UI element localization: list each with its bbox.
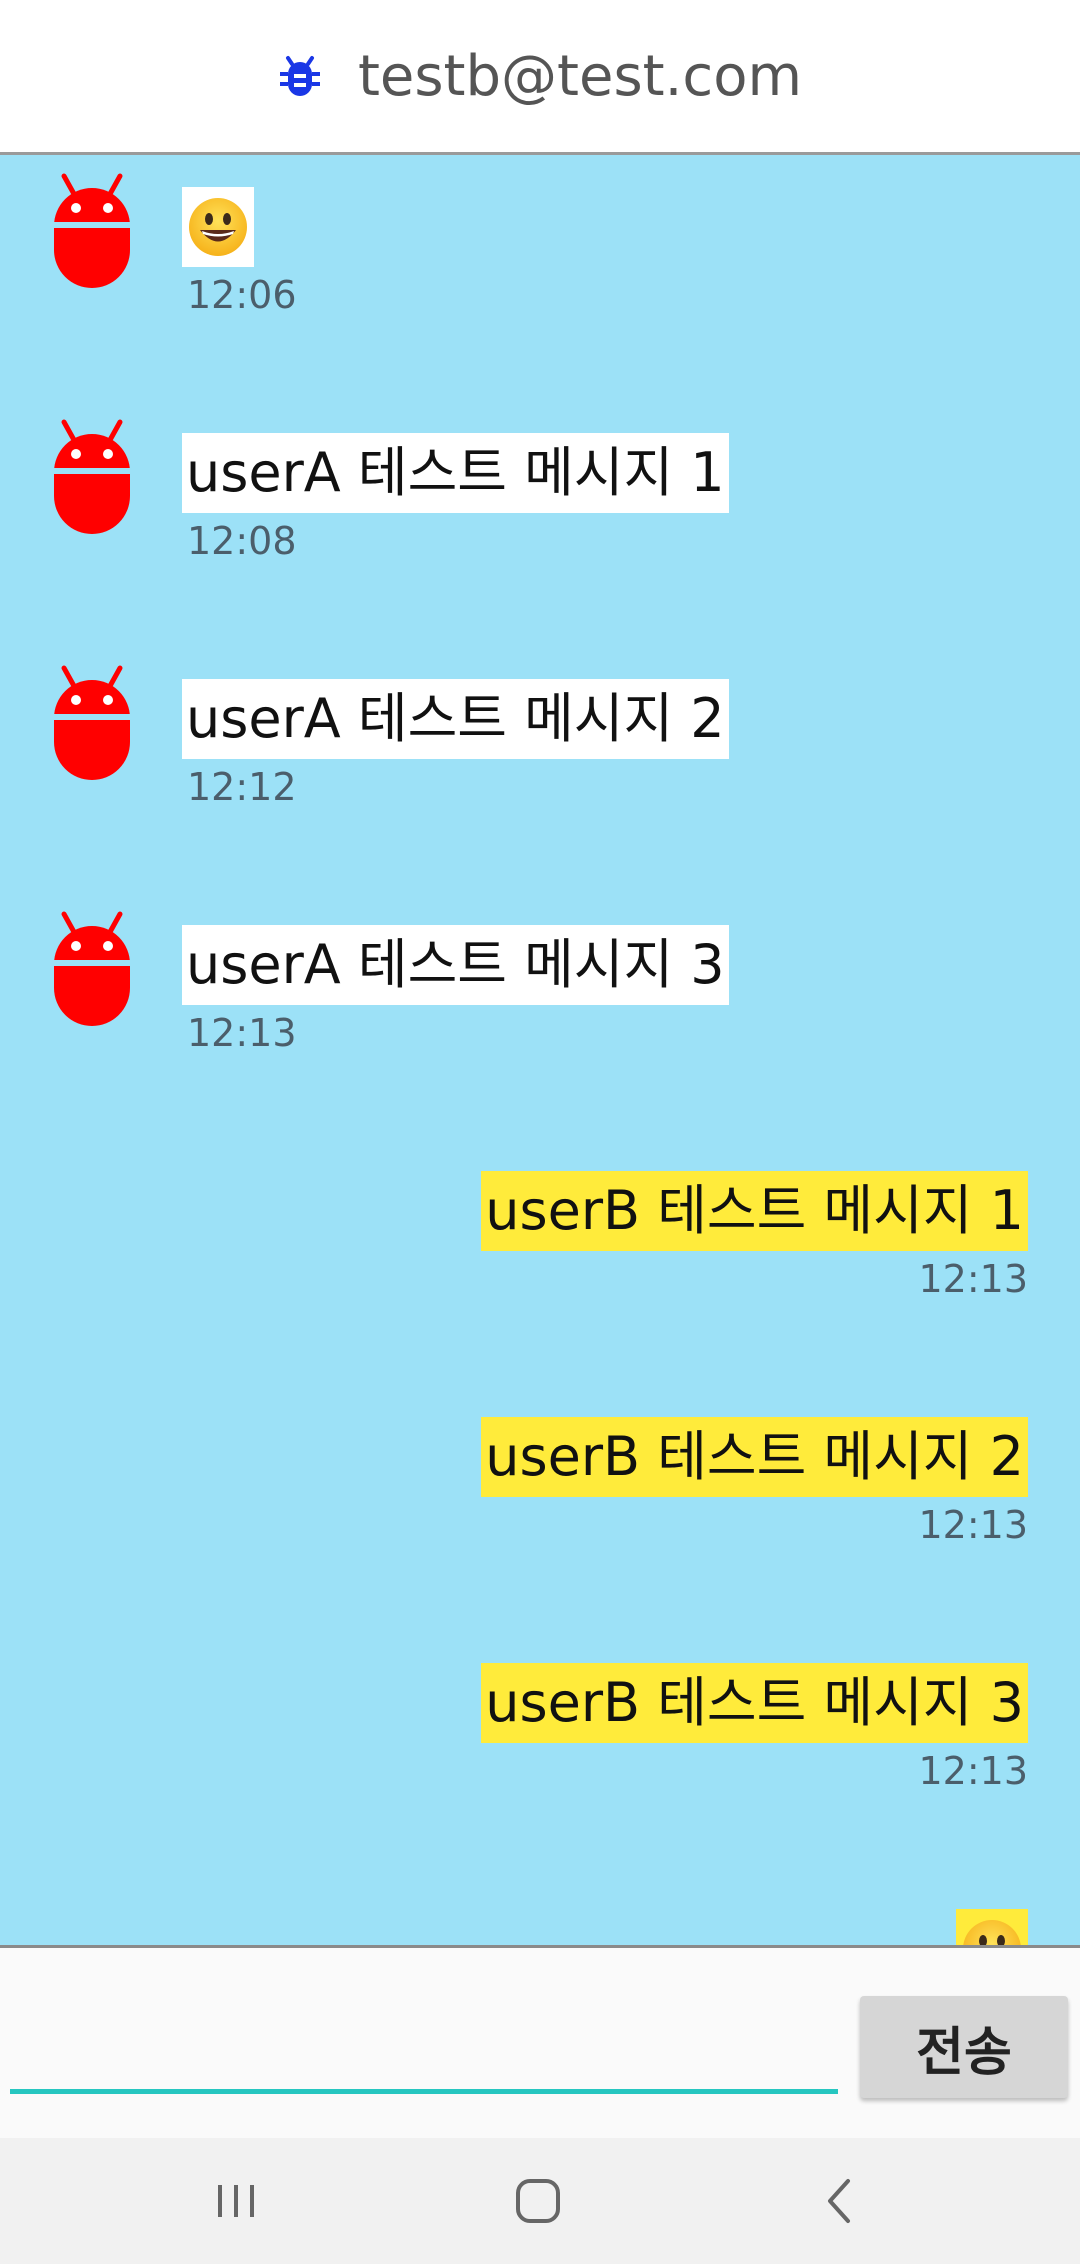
message-time: 12:08 — [187, 519, 297, 563]
send-button[interactable]: 전송 — [860, 1996, 1068, 2098]
message-bubble[interactable]: userA 테스트 메시지 3 — [182, 925, 729, 1005]
home-icon[interactable] — [508, 2171, 568, 2231]
sent-message: userB 테스트 메시지 2 12:13 — [0, 1385, 1080, 1585]
message-list[interactable]: 12:06 userA 테스트 메시지 1 12:08 userA 테스트 메시… — [0, 155, 1080, 1948]
input-underline — [10, 2089, 838, 2094]
message-bubble[interactable]: userB 테스트 메시지 1 — [481, 1171, 1028, 1251]
message-time: 12:13 — [918, 1749, 1028, 1793]
received-message: userA 테스트 메시지 3 12:13 — [0, 893, 1080, 1093]
android-icon — [54, 419, 130, 534]
sent-message — [0, 1877, 1080, 1945]
android-icon — [54, 173, 130, 288]
message-time: 12:13 — [918, 1503, 1028, 1547]
android-icon — [54, 665, 130, 780]
bug-icon — [279, 56, 320, 96]
sent-message: userB 테스트 메시지 1 12:13 — [0, 1139, 1080, 1339]
recent-apps-icon[interactable] — [206, 2171, 266, 2231]
emoji-bubble[interactable] — [182, 187, 254, 267]
message-bubble[interactable]: userA 테스트 메시지 2 — [182, 679, 729, 759]
grinning-face-emoji — [189, 198, 247, 256]
message-bubble[interactable]: userA 테스트 메시지 1 — [182, 433, 729, 513]
message-bubble[interactable]: userB 테스트 메시지 2 — [481, 1417, 1028, 1497]
message-bubble[interactable]: userB 테스트 메시지 3 — [481, 1663, 1028, 1743]
grinning-face-emoji — [963, 1920, 1021, 1945]
received-message: userA 테스트 메시지 1 12:08 — [0, 401, 1080, 601]
back-icon[interactable] — [810, 2171, 870, 2231]
sent-message: userB 테스트 메시지 3 12:13 — [0, 1631, 1080, 1831]
chat-header: testb@test.com — [0, 0, 1080, 155]
received-message: 12:06 — [0, 155, 1080, 355]
message-time: 12:13 — [918, 1257, 1028, 1301]
received-message: userA 테스트 메시지 2 12:12 — [0, 647, 1080, 847]
message-time: 12:06 — [187, 273, 297, 317]
message-time: 12:12 — [187, 765, 297, 809]
message-time: 12:13 — [187, 1011, 297, 1055]
chat-partner-title: testb@test.com — [357, 43, 803, 109]
message-composer: 전송 — [0, 1948, 1080, 2138]
message-input[interactable] — [10, 1988, 842, 2060]
system-navigation-bar — [0, 2138, 1080, 2264]
emoji-bubble[interactable] — [956, 1909, 1028, 1945]
android-icon — [54, 911, 130, 1026]
